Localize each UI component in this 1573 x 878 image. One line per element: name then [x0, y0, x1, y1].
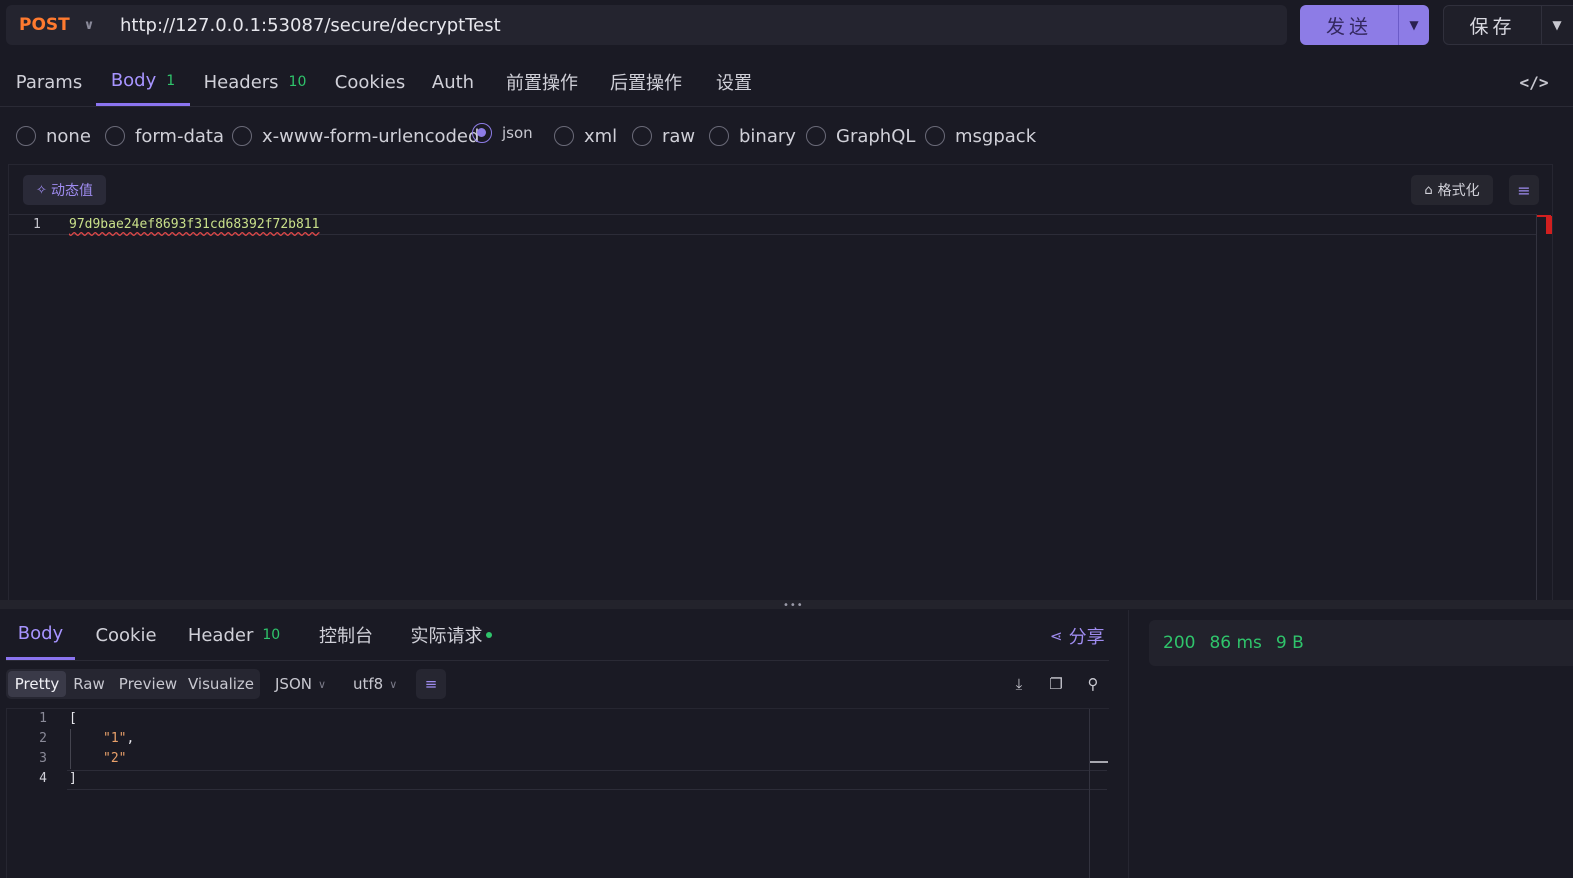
tab-headers-count: 10: [288, 74, 307, 90]
code-line: [: [69, 711, 77, 726]
code-line: "1",: [103, 731, 134, 746]
word-wrap-icon[interactable]: ≡: [1509, 175, 1539, 205]
format-select[interactable]: JSON ∨: [275, 669, 326, 699]
current-line-highlight: [67, 770, 1107, 790]
resp-tab-header[interactable]: Header 10: [184, 610, 284, 660]
tab-settings[interactable]: 设置: [706, 58, 762, 106]
line-number: 1: [33, 217, 41, 232]
view-visualize[interactable]: Visualize: [184, 671, 258, 697]
save-button[interactable]: 保存: [1444, 6, 1542, 44]
magic-wand-icon: ✧: [36, 182, 47, 198]
code-line: ]: [69, 771, 77, 786]
radio-json[interactable]: json: [472, 118, 533, 148]
request-body-text[interactable]: 97d9bae24ef8693f31cd68392f72b811: [69, 217, 319, 232]
format-icon: ⌂: [1424, 182, 1433, 198]
response-body-viewer[interactable]: 1 2 3 4 [ "1", "2" ]: [6, 708, 1109, 878]
view-pretty[interactable]: Pretty: [8, 671, 66, 697]
response-tabs: Body Cookie Header 10 控制台 实际请求 ⋖ 分享: [6, 610, 1109, 661]
line-number: 3: [39, 751, 47, 766]
indent-guide: [70, 729, 71, 769]
view-raw[interactable]: Raw: [66, 671, 112, 697]
json-comma: ,: [126, 731, 135, 746]
json-string: "2": [103, 751, 127, 766]
radio-none[interactable]: none: [16, 118, 91, 154]
tab-cookies[interactable]: Cookies: [328, 58, 412, 106]
url-input[interactable]: http://127.0.0.1:53087/secure/decryptTes…: [106, 15, 501, 36]
radio-circle-icon: [16, 126, 36, 146]
status-bar: 200 86 ms 9 B: [1149, 620, 1573, 666]
dynamic-value-button[interactable]: ✧ 动态值: [23, 175, 106, 205]
response-panel: Body Cookie Header 10 控制台 实际请求 ⋖ 分享 Prett…: [6, 610, 1109, 878]
body-type-radios: none form-data x-www-form-urlencoded jso…: [0, 118, 1100, 154]
radio-circle-icon: [554, 126, 574, 146]
method-label: POST: [19, 15, 70, 35]
request-tabs: Params Body 1 Headers 10 Cookies Auth 前置操作…: [0, 58, 1573, 107]
tab-auth[interactable]: Auth: [424, 58, 482, 106]
drag-handle-icon[interactable]: •••: [783, 601, 804, 611]
resp-header-count: 10: [262, 627, 281, 643]
send-button-group: 发送 ▼: [1300, 5, 1429, 45]
tab-body[interactable]: Body 1: [96, 58, 190, 106]
chevron-down-icon: ∨: [83, 17, 95, 33]
line-number: 2: [39, 731, 47, 746]
share-icon: ⋖: [1050, 627, 1063, 645]
response-meta-panel: 200 86 ms 9 B: [1128, 610, 1573, 878]
resp-tab-body[interactable]: Body: [6, 610, 75, 660]
save-button-group: 保存 ▼: [1443, 5, 1573, 45]
method-select[interactable]: POST ∨: [6, 15, 106, 35]
view-mode-group: Pretty Raw Preview Visualize: [6, 669, 260, 699]
tab-headers[interactable]: Headers 10: [200, 58, 310, 106]
response-toolbar: Pretty Raw Preview Visualize JSON ∨ utf8…: [6, 669, 1109, 701]
scroll-position-marker: [1090, 761, 1108, 763]
radio-circle-icon: [105, 126, 125, 146]
status-code: 200: [1163, 633, 1196, 653]
radio-graphql[interactable]: GraphQL: [806, 118, 915, 154]
radio-circle-icon: [632, 126, 652, 146]
radio-xml[interactable]: xml: [554, 118, 617, 154]
search-icon[interactable]: ⚲: [1082, 673, 1104, 695]
format-button[interactable]: ⌂ 格式化: [1411, 175, 1493, 205]
chevron-down-icon: ∨: [389, 677, 398, 691]
resp-tab-console[interactable]: 控制台: [310, 610, 382, 660]
radio-selected-icon: [472, 123, 492, 143]
url-bar: POST ∨ http://127.0.0.1:53087/secure/dec…: [6, 5, 1287, 45]
save-options-chevron-icon[interactable]: ▼: [1542, 6, 1572, 44]
radio-x-www-form-urlencoded[interactable]: x-www-form-urlencoded: [232, 118, 479, 154]
radio-raw[interactable]: raw: [632, 118, 695, 154]
radio-circle-icon: [232, 126, 252, 146]
line-number: 1: [39, 711, 47, 726]
radio-binary[interactable]: binary: [709, 118, 796, 154]
chevron-down-icon: ∨: [317, 677, 327, 691]
tab-post-operations[interactable]: 后置操作: [602, 58, 690, 106]
radio-form-data[interactable]: form-data: [105, 118, 224, 154]
line-number: 4: [39, 771, 47, 786]
tab-pre-operations[interactable]: 前置操作: [498, 58, 586, 106]
json-string: "1": [103, 731, 127, 746]
word-wrap-icon[interactable]: ≡: [416, 669, 446, 699]
response-time: 86 ms: [1209, 633, 1262, 653]
send-options-chevron-icon[interactable]: ▼: [1398, 5, 1429, 45]
status-dot: [485, 632, 492, 638]
share-button[interactable]: ⋖ 分享: [1050, 623, 1105, 649]
radio-circle-icon: [709, 126, 729, 146]
request-body-editor[interactable]: ✧ 动态值 ⌂ 格式化 ≡ 1 97d9bae24ef8693f31cd6839…: [8, 164, 1553, 601]
tab-body-count: 1: [166, 72, 176, 89]
error-marker-ruler: [1546, 216, 1552, 234]
editor-scrollbar[interactable]: [1536, 214, 1537, 601]
radio-circle-icon: [925, 126, 945, 146]
send-button[interactable]: 发送: [1300, 5, 1398, 45]
response-size: 9 B: [1275, 633, 1304, 653]
response-scrollbar[interactable]: [1089, 709, 1090, 878]
download-icon[interactable]: ⤓: [1008, 673, 1030, 695]
resp-tab-actual-request[interactable]: 实际请求: [404, 610, 498, 660]
view-preview[interactable]: Preview: [112, 671, 184, 697]
code-snippet-icon[interactable]: </>: [1518, 70, 1550, 94]
resp-tab-cookie[interactable]: Cookie: [90, 610, 162, 660]
code-line: "2": [103, 751, 126, 766]
radio-msgpack[interactable]: msgpack: [925, 118, 1036, 154]
encoding-select[interactable]: utf8 ∨: [353, 669, 397, 699]
copy-icon[interactable]: ❐: [1045, 673, 1067, 695]
radio-circle-icon: [806, 126, 826, 146]
tab-params[interactable]: Params: [10, 58, 88, 106]
